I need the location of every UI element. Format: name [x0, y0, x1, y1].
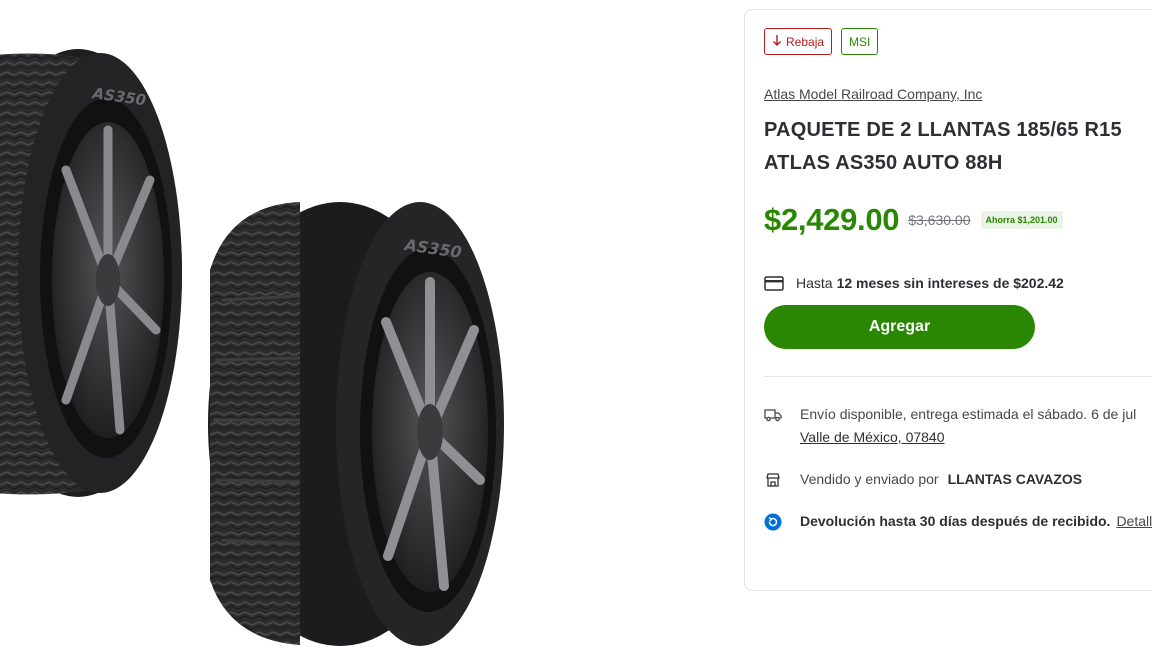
msi-badge-label: MSI	[849, 34, 871, 49]
product-info-card: Rebaja MSI Atlas Model Railroad Company,…	[744, 9, 1152, 591]
tire-back-image: AS350	[0, 49, 182, 497]
installments-prefix: Hasta	[796, 275, 833, 291]
store-icon	[764, 471, 782, 489]
product-title: PAQUETE DE 2 LLANTAS 185/65 R15 ATLAS AS…	[764, 119, 1122, 174]
installments-row: Hasta 12 meses sin intereses de $202.42	[764, 274, 1064, 292]
shipping-row: Envío disponible, entrega estimada el sá…	[764, 406, 1136, 449]
rollback-badge-label: Rebaja	[786, 34, 825, 49]
badge-group: Rebaja MSI	[764, 28, 879, 55]
seller-name[interactable]: LLANTAS CAVAZOS	[948, 471, 1083, 487]
tire-front-image: AS350	[208, 202, 504, 646]
arrow-down-icon	[772, 34, 782, 50]
price-row: $2,429.00 $3,630.00 Ahorra $1,201.00	[764, 202, 1063, 238]
product-image[interactable]: AS350 AS350	[0, 0, 700, 648]
seller-prefix: Vendido y enviado por	[800, 471, 939, 487]
was-price: $3,630.00	[908, 212, 971, 228]
current-price: $2,429.00	[764, 202, 900, 237]
credit-card-icon	[764, 274, 786, 292]
seller-row: Vendido y enviado por LLANTAS CAVAZOS	[764, 471, 1082, 489]
shipping-location-link[interactable]: Valle de México, 07840	[800, 429, 945, 445]
shipping-text: Envío disponible, entrega estimada el sá…	[800, 406, 1137, 422]
divider	[764, 376, 1152, 377]
returns-row: Devolución hasta 30 días después de reci…	[764, 513, 1152, 531]
brand-link[interactable]: Atlas Model Railroad Company, Inc	[764, 86, 982, 102]
savings-badge: Ahorra $1,201.00	[980, 211, 1063, 229]
installments-detail: 12 meses sin intereses de $202.42	[836, 275, 1064, 291]
returns-details-link[interactable]: Detalles	[1116, 513, 1152, 529]
return-icon	[764, 513, 782, 531]
add-to-cart-button[interactable]: Agregar	[764, 305, 1035, 349]
returns-text: Devolución hasta 30 días después de reci…	[800, 513, 1111, 529]
rollback-badge: Rebaja	[764, 28, 833, 55]
truck-icon	[764, 406, 782, 424]
msi-badge: MSI	[841, 28, 879, 55]
product-image-gallery[interactable]: AS350 AS350	[0, 0, 700, 648]
